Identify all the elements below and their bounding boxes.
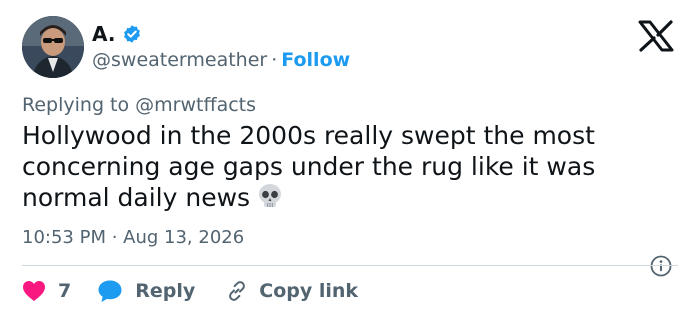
reply-mention-link[interactable]: @mrwtffacts xyxy=(135,94,256,116)
like-count: 7 xyxy=(58,280,72,302)
like-button[interactable]: 7 xyxy=(22,280,71,302)
tweet-text: Hollywood in the 2000s really swept the … xyxy=(22,121,596,212)
author-handle[interactable]: @sweatermeather xyxy=(92,49,267,71)
separator-dot: · xyxy=(271,49,278,71)
tweet-card: A. @sweatermeather · Follow Replying to @m… xyxy=(0,0,700,318)
avatar[interactable] xyxy=(22,16,84,78)
action-bar: 7 Reply Copy link xyxy=(22,276,358,306)
reply-context-prefix: Replying to xyxy=(22,94,130,116)
skull-emoji-icon xyxy=(256,182,284,217)
reply-label: Reply xyxy=(135,280,196,302)
divider xyxy=(22,265,678,266)
avatar-image xyxy=(22,16,84,78)
author-name-row: A. xyxy=(92,22,142,46)
follow-button[interactable]: Follow xyxy=(281,49,350,71)
reply-bubble-icon xyxy=(98,280,122,302)
author-handle-row: @sweatermeather · Follow xyxy=(92,48,350,72)
tweet-timestamp[interactable]: 10:53 PM · Aug 13, 2026 xyxy=(22,226,244,250)
author-name[interactable]: A. xyxy=(92,22,115,46)
copy-link-button[interactable]: Copy link xyxy=(225,279,358,303)
link-icon xyxy=(229,281,246,301)
reply-button[interactable]: Reply xyxy=(97,279,195,303)
copy-link-label: Copy link xyxy=(259,280,359,302)
verified-badge-icon xyxy=(122,24,142,44)
tweet-body: Hollywood in the 2000s really swept the … xyxy=(22,120,662,217)
info-icon[interactable] xyxy=(650,255,672,277)
x-logo-icon[interactable] xyxy=(636,18,676,54)
heart-icon xyxy=(23,281,45,301)
reply-context: Replying to @mrwtffacts xyxy=(22,93,256,117)
